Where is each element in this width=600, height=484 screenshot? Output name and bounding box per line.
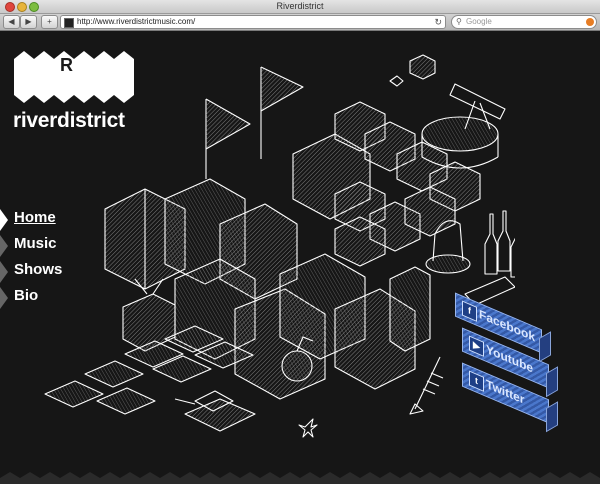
add-bookmark-button[interactable]: + (41, 15, 58, 29)
address-bar[interactable]: http://www.riverdistrictmusic.com/ ↻ (60, 15, 446, 29)
tank-icon (174, 390, 256, 432)
search-engine-icon[interactable] (586, 18, 594, 26)
title-bar: Riverdistrict (0, 0, 600, 14)
nav-arrow-icon (0, 287, 8, 309)
button-side (546, 401, 558, 433)
nav-arrow-icon (0, 261, 8, 283)
flag-icon (260, 66, 304, 159)
isometric-illustration (44, 54, 515, 438)
back-button[interactable]: ◀ (3, 15, 20, 29)
button-side (539, 331, 551, 363)
url-text: http://www.riverdistrictmusic.com/ (77, 17, 196, 26)
page-content: R riverdistrict Home Music Shows Bio f F… (0, 31, 600, 484)
forward-button[interactable]: ▶ (20, 15, 37, 29)
favicon-icon (64, 18, 74, 28)
flag-icon (205, 98, 251, 179)
nav-arrow-icon (0, 235, 8, 257)
bottles-icon (464, 210, 515, 306)
window-title: Riverdistrict (276, 1, 324, 11)
search-icon: ⚲ (456, 17, 462, 26)
nav-arrow-icon (0, 209, 8, 231)
reload-icon[interactable]: ↻ (434, 16, 442, 28)
browser-window: Riverdistrict ◀ ▶ + http://www.riverdist… (0, 0, 600, 484)
zigzag-border-icon (0, 472, 600, 484)
star-icon (298, 418, 318, 438)
button-side (546, 366, 558, 398)
search-input[interactable]: ⚲ Google (451, 15, 597, 29)
browser-toolbar: ◀ ▶ + http://www.riverdistrictmusic.com/… (0, 14, 600, 31)
cube-icon (389, 54, 436, 87)
search-placeholder: Google (466, 17, 492, 26)
